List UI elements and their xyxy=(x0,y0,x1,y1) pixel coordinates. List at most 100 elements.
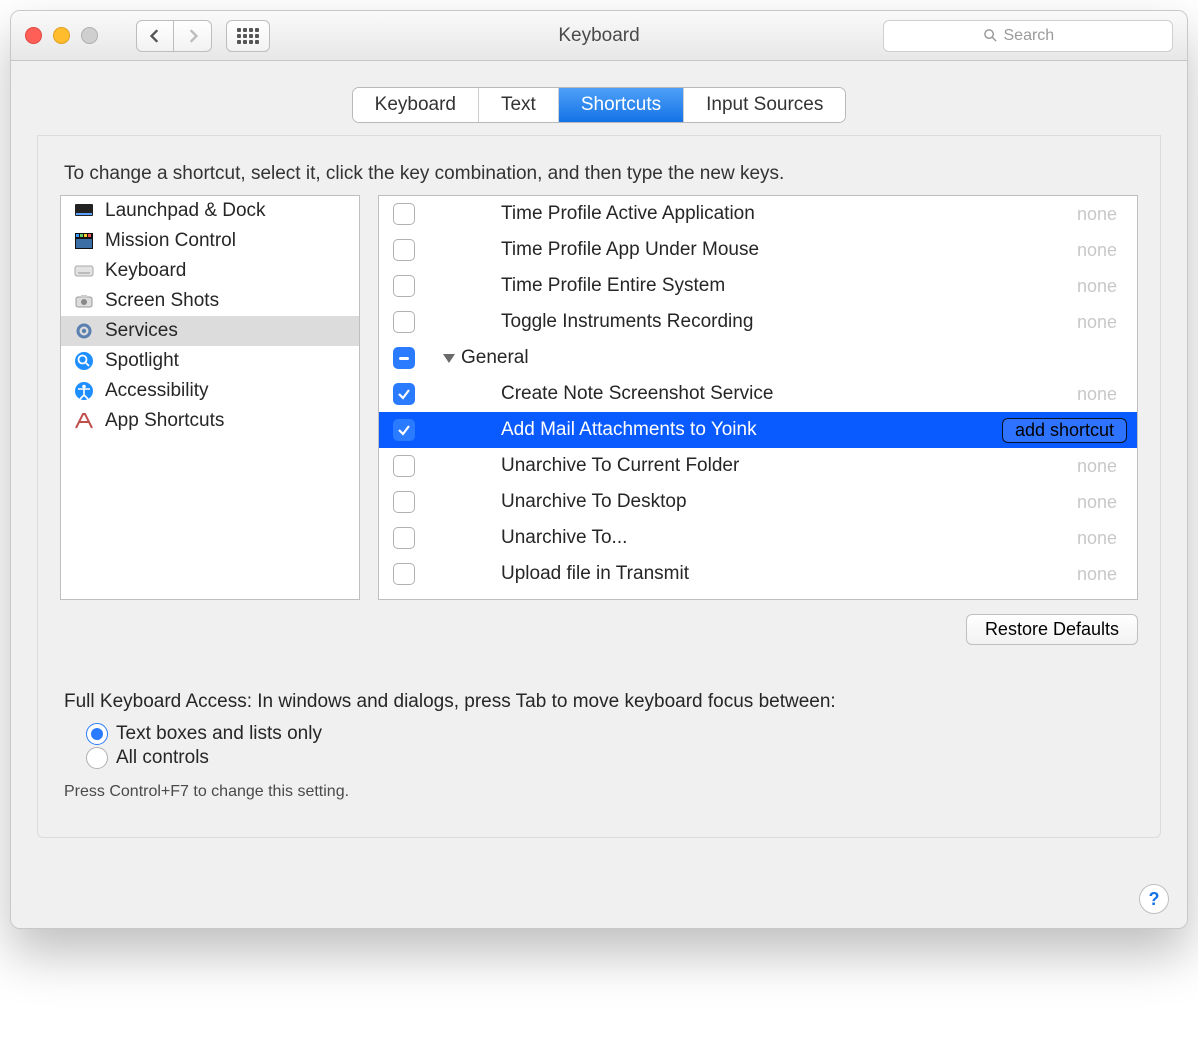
shortcut-value: none xyxy=(1077,528,1127,549)
checkbox[interactable] xyxy=(393,455,415,477)
tab-keyboard[interactable]: Keyboard xyxy=(353,88,479,122)
checkbox[interactable] xyxy=(393,527,415,549)
shortcuts-panel: To change a shortcut, select it, click t… xyxy=(37,135,1161,838)
list-item[interactable]: Time Profile Active Application none xyxy=(379,196,1137,232)
sidebar-item-spotlight[interactable]: Spotlight xyxy=(61,346,359,376)
spotlight-icon xyxy=(71,350,97,372)
minimize-icon[interactable] xyxy=(53,27,70,44)
window-controls xyxy=(25,27,98,44)
tab-bar: Keyboard Text Shortcuts Input Sources xyxy=(11,87,1187,123)
keyboard-access-hint: Press Control+F7 to change this setting. xyxy=(64,783,1134,801)
tab-text[interactable]: Text xyxy=(479,88,559,122)
list-item[interactable]: Upload file in Transmit none xyxy=(379,556,1137,592)
checkbox-mixed[interactable] xyxy=(393,347,415,369)
sidebar-item-label: Mission Control xyxy=(105,230,236,252)
checkbox[interactable] xyxy=(393,275,415,297)
mission-control-icon xyxy=(71,230,97,252)
sidebar-item-accessibility[interactable]: Accessibility xyxy=(61,376,359,406)
item-label: Time Profile Active Application xyxy=(501,203,1077,225)
keyboard-access-section: Full Keyboard Access: In windows and dia… xyxy=(60,691,1138,801)
back-button[interactable] xyxy=(136,20,174,52)
list-item[interactable]: Unarchive To Current Folder none xyxy=(379,448,1137,484)
checkbox[interactable] xyxy=(393,239,415,261)
sidebar-item-keyboard[interactable]: Keyboard xyxy=(61,256,359,286)
shortcut-list[interactable]: Time Profile Active Application none Tim… xyxy=(378,195,1138,600)
list-item[interactable]: Unarchive To... none xyxy=(379,520,1137,556)
sidebar-item-label: Accessibility xyxy=(105,380,208,402)
instruction-text: To change a shortcut, select it, click t… xyxy=(60,163,1138,185)
search-icon xyxy=(983,28,998,43)
tab-input-sources[interactable]: Input Sources xyxy=(684,88,845,122)
sidebar-item-launchpad[interactable]: Launchpad & Dock xyxy=(61,196,359,226)
radio-all-controls[interactable]: All controls xyxy=(86,747,1134,769)
chevron-down-icon[interactable] xyxy=(443,354,455,363)
shortcut-value: none xyxy=(1077,276,1127,297)
item-label: Unarchive To... xyxy=(501,527,1077,549)
radio-label: All controls xyxy=(116,747,209,769)
add-shortcut-button[interactable]: add shortcut xyxy=(1002,418,1127,443)
checkbox[interactable] xyxy=(393,491,415,513)
search-field[interactable] xyxy=(883,20,1173,52)
preferences-window: Keyboard Keyboard Text Shortcuts Input S… xyxy=(10,10,1188,929)
checkbox[interactable] xyxy=(393,419,415,441)
category-sidebar[interactable]: Launchpad & Dock Mission Control Keyboar… xyxy=(60,195,360,600)
shortcut-value: none xyxy=(1077,204,1127,225)
sidebar-item-app-shortcuts[interactable]: App Shortcuts xyxy=(61,406,359,436)
group-label: General xyxy=(461,347,1127,369)
list-item-selected[interactable]: Add Mail Attachments to Yoink add shortc… xyxy=(379,412,1137,448)
close-icon[interactable] xyxy=(25,27,42,44)
item-label: Unarchive To Current Folder xyxy=(501,455,1077,477)
launchpad-icon xyxy=(71,200,97,222)
app-shortcuts-icon xyxy=(71,410,97,432)
radio-icon[interactable] xyxy=(86,747,108,769)
radio-label: Text boxes and lists only xyxy=(116,723,322,745)
forward-button[interactable] xyxy=(174,20,212,52)
window-body: Keyboard Text Shortcuts Input Sources To… xyxy=(11,87,1187,928)
group-header-general[interactable]: General xyxy=(379,340,1137,376)
sidebar-item-label: Launchpad & Dock xyxy=(105,200,266,222)
keyboard-icon xyxy=(71,260,97,282)
help-button[interactable]: ? xyxy=(1139,884,1169,914)
checkbox[interactable] xyxy=(393,383,415,405)
titlebar: Keyboard xyxy=(11,11,1187,61)
grid-icon xyxy=(237,28,259,44)
gear-icon xyxy=(71,320,97,342)
item-label: Add Mail Attachments to Yoink xyxy=(501,419,1002,441)
sidebar-item-label: Screen Shots xyxy=(105,290,219,312)
sidebar-item-mission-control[interactable]: Mission Control xyxy=(61,226,359,256)
list-item[interactable]: Unarchive To Desktop none xyxy=(379,484,1137,520)
list-item[interactable]: Time Profile Entire System none xyxy=(379,268,1137,304)
list-item[interactable]: Time Profile App Under Mouse none xyxy=(379,232,1137,268)
show-all-button[interactable] xyxy=(226,20,270,52)
shortcut-value: none xyxy=(1077,240,1127,261)
shortcut-value: none xyxy=(1077,312,1127,333)
shortcut-value: none xyxy=(1077,456,1127,477)
restore-defaults-button[interactable]: Restore Defaults xyxy=(966,614,1138,645)
checkbox[interactable] xyxy=(393,203,415,225)
sidebar-item-label: Keyboard xyxy=(105,260,186,282)
keyboard-access-lead: Full Keyboard Access: In windows and dia… xyxy=(64,691,1134,713)
item-label: Time Profile Entire System xyxy=(501,275,1077,297)
nav-buttons xyxy=(136,20,212,52)
shortcut-value: none xyxy=(1077,492,1127,513)
radio-icon[interactable] xyxy=(86,723,108,745)
sidebar-item-services[interactable]: Services xyxy=(61,316,359,346)
item-label: Create Note Screenshot Service xyxy=(501,383,1077,405)
tab-shortcuts[interactable]: Shortcuts xyxy=(559,88,684,122)
list-item[interactable]: Toggle Instruments Recording none xyxy=(379,304,1137,340)
checkbox[interactable] xyxy=(393,311,415,333)
sidebar-item-label: App Shortcuts xyxy=(105,410,224,432)
sidebar-item-label: Services xyxy=(105,320,178,342)
shortcut-value: none xyxy=(1077,564,1127,585)
sidebar-item-screenshots[interactable]: Screen Shots xyxy=(61,286,359,316)
item-label: Unarchive To Desktop xyxy=(501,491,1077,513)
search-input[interactable] xyxy=(1004,27,1074,45)
zoom-icon[interactable] xyxy=(81,27,98,44)
item-label: Time Profile App Under Mouse xyxy=(501,239,1077,261)
sidebar-item-label: Spotlight xyxy=(105,350,179,372)
item-label: Upload file in Transmit xyxy=(501,563,1077,585)
checkbox[interactable] xyxy=(393,563,415,585)
list-item[interactable]: Create Note Screenshot Service none xyxy=(379,376,1137,412)
accessibility-icon xyxy=(71,380,97,402)
radio-text-boxes-lists[interactable]: Text boxes and lists only xyxy=(86,723,1134,745)
